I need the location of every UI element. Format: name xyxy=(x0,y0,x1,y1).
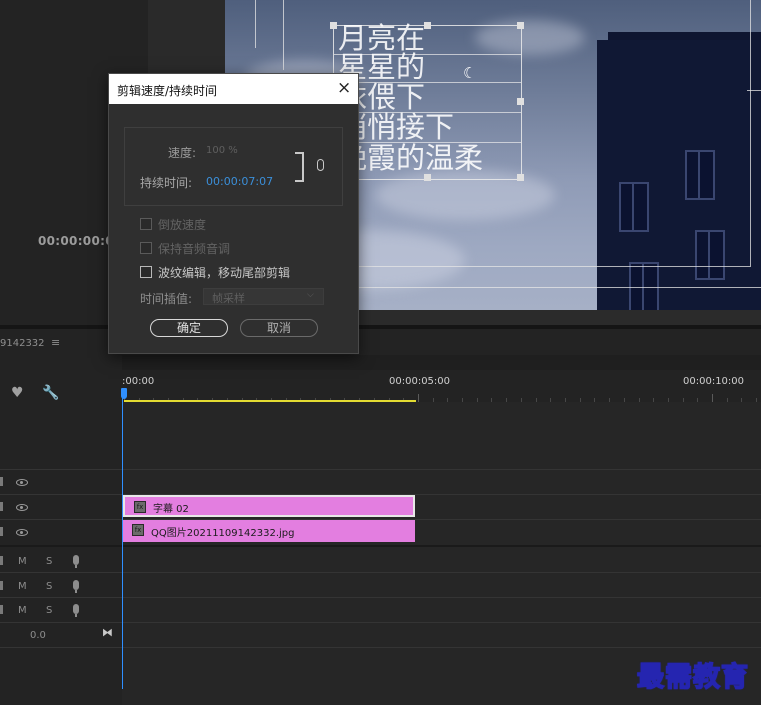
ripple-edit-checkbox[interactable] xyxy=(140,266,152,278)
safe-margin-line xyxy=(747,90,761,91)
interpolation-label: 时间插值: xyxy=(140,292,193,306)
building xyxy=(597,40,761,310)
transform-handle[interactable] xyxy=(330,22,337,29)
track-lock-icon[interactable] xyxy=(0,581,3,590)
track-divider xyxy=(0,622,761,623)
fx-badge-icon: fx xyxy=(134,501,146,513)
interpolation-value: 帧采样 xyxy=(212,292,245,305)
transform-handle[interactable] xyxy=(424,174,431,181)
ruler-label: 00:00:10:00 xyxy=(683,376,745,387)
ruler-tick xyxy=(418,394,419,402)
safe-margin-line xyxy=(255,0,256,48)
subtitle-text-line: 晚霞的温柔 xyxy=(338,141,484,175)
safe-margin-line xyxy=(750,0,751,266)
ruler-label: :00:00 xyxy=(122,376,155,387)
link-bracket xyxy=(295,152,304,182)
track-lock-icon[interactable] xyxy=(0,527,3,536)
duration-label: 持续时间: xyxy=(140,176,193,190)
track-divider xyxy=(0,597,761,598)
close-icon[interactable]: × xyxy=(337,78,351,98)
building-window xyxy=(629,262,659,310)
fx-badge-icon: fx xyxy=(132,524,144,536)
eye-icon[interactable] xyxy=(16,479,28,486)
eye-icon[interactable] xyxy=(16,529,28,536)
add-marker-icon[interactable]: ♥ xyxy=(11,385,24,401)
master-track-icon[interactable]: ⧓ xyxy=(102,626,113,639)
speed-label: 速度: xyxy=(168,146,197,160)
solo-button[interactable]: S xyxy=(46,581,52,592)
cancel-button[interactable]: 取消 xyxy=(240,319,318,337)
video-audio-divider xyxy=(0,545,761,547)
crescent-moon-icon: ☾ xyxy=(463,64,477,82)
dialog-title: 剪辑速度/持续时间 xyxy=(117,84,218,98)
track-divider xyxy=(0,469,761,470)
transform-handle[interactable] xyxy=(424,22,431,29)
ripple-edit-label[interactable]: 波纹编辑，移动尾部剪辑 xyxy=(158,264,290,281)
track-lock-icon[interactable] xyxy=(0,605,3,614)
playhead-line[interactable] xyxy=(122,393,123,689)
mute-button[interactable]: M xyxy=(18,581,27,592)
speed-value[interactable]: 100 % xyxy=(206,145,238,156)
track-divider xyxy=(0,572,761,573)
safe-margin-line xyxy=(283,0,284,70)
reverse-speed-checkbox xyxy=(140,218,152,230)
ruler-label: 00:00:05:00 xyxy=(389,376,451,387)
clip-label: QQ图片20211109142332.jpg xyxy=(151,528,295,539)
panel-menu-icon[interactable]: ≡ xyxy=(51,336,60,349)
mute-button[interactable]: M xyxy=(18,556,27,567)
building-window xyxy=(695,230,725,280)
watermark-logo: 最需教育 xyxy=(636,661,749,694)
image-clip[interactable]: fx QQ图片20211109142332.jpg xyxy=(123,520,415,542)
sequence-tab[interactable]: 9142332 xyxy=(0,338,45,349)
interpolation-select: 帧采样 ⌵ xyxy=(203,288,324,305)
eye-icon[interactable] xyxy=(16,504,28,511)
solo-button[interactable]: S xyxy=(46,556,52,567)
duration-value[interactable]: 00:00:07:07 xyxy=(206,175,273,188)
mute-button[interactable]: M xyxy=(18,605,27,616)
playhead-handle[interactable] xyxy=(121,388,127,399)
transform-handle[interactable] xyxy=(517,174,524,181)
chevron-down-icon: ⌵ xyxy=(307,290,314,300)
microphone-icon[interactable] xyxy=(73,555,79,568)
building-window xyxy=(685,150,715,200)
microphone-icon[interactable] xyxy=(73,580,79,593)
maintain-pitch-label: 保持音频音调 xyxy=(158,242,231,256)
track-lock-icon[interactable] xyxy=(0,502,3,511)
subtitle-bounding-box[interactable]: 月亮在 星星的 依偎下 悄悄接下 晚霞的温柔 xyxy=(330,21,524,181)
chain-link-icon[interactable] xyxy=(317,159,324,171)
speed-duration-group xyxy=(124,127,343,206)
microphone-icon[interactable] xyxy=(73,604,79,617)
clip-speed-duration-dialog: 剪辑速度/持续时间 × 速度: 100 % 持续时间: 00:00:07:07 … xyxy=(108,73,359,354)
transform-handle[interactable] xyxy=(517,22,524,29)
dialog-titlebar[interactable]: 剪辑速度/持续时间 × xyxy=(109,74,358,104)
transform-handle[interactable] xyxy=(517,98,524,105)
building-window xyxy=(619,182,649,232)
master-volume-value[interactable]: 0.0 xyxy=(30,630,46,641)
solo-button[interactable]: S xyxy=(46,605,52,616)
safe-margin-line xyxy=(345,266,751,267)
subtitle-text-line: 月亮在 xyxy=(338,21,426,55)
track-lock-icon[interactable] xyxy=(0,556,3,565)
reverse-speed-label: 倒放速度 xyxy=(158,218,207,232)
track-divider xyxy=(0,647,761,648)
ruler-tick xyxy=(712,394,713,402)
wrench-icon[interactable]: 🔧 xyxy=(42,385,59,401)
safe-margin-line xyxy=(345,287,761,288)
track-lock-icon[interactable] xyxy=(0,477,3,486)
subtitle-clip[interactable]: fx 字幕 02 xyxy=(123,495,415,517)
maintain-pitch-checkbox xyxy=(140,242,152,254)
clip-label: 字幕 02 xyxy=(153,504,189,515)
ok-button[interactable]: 确定 xyxy=(150,319,228,337)
